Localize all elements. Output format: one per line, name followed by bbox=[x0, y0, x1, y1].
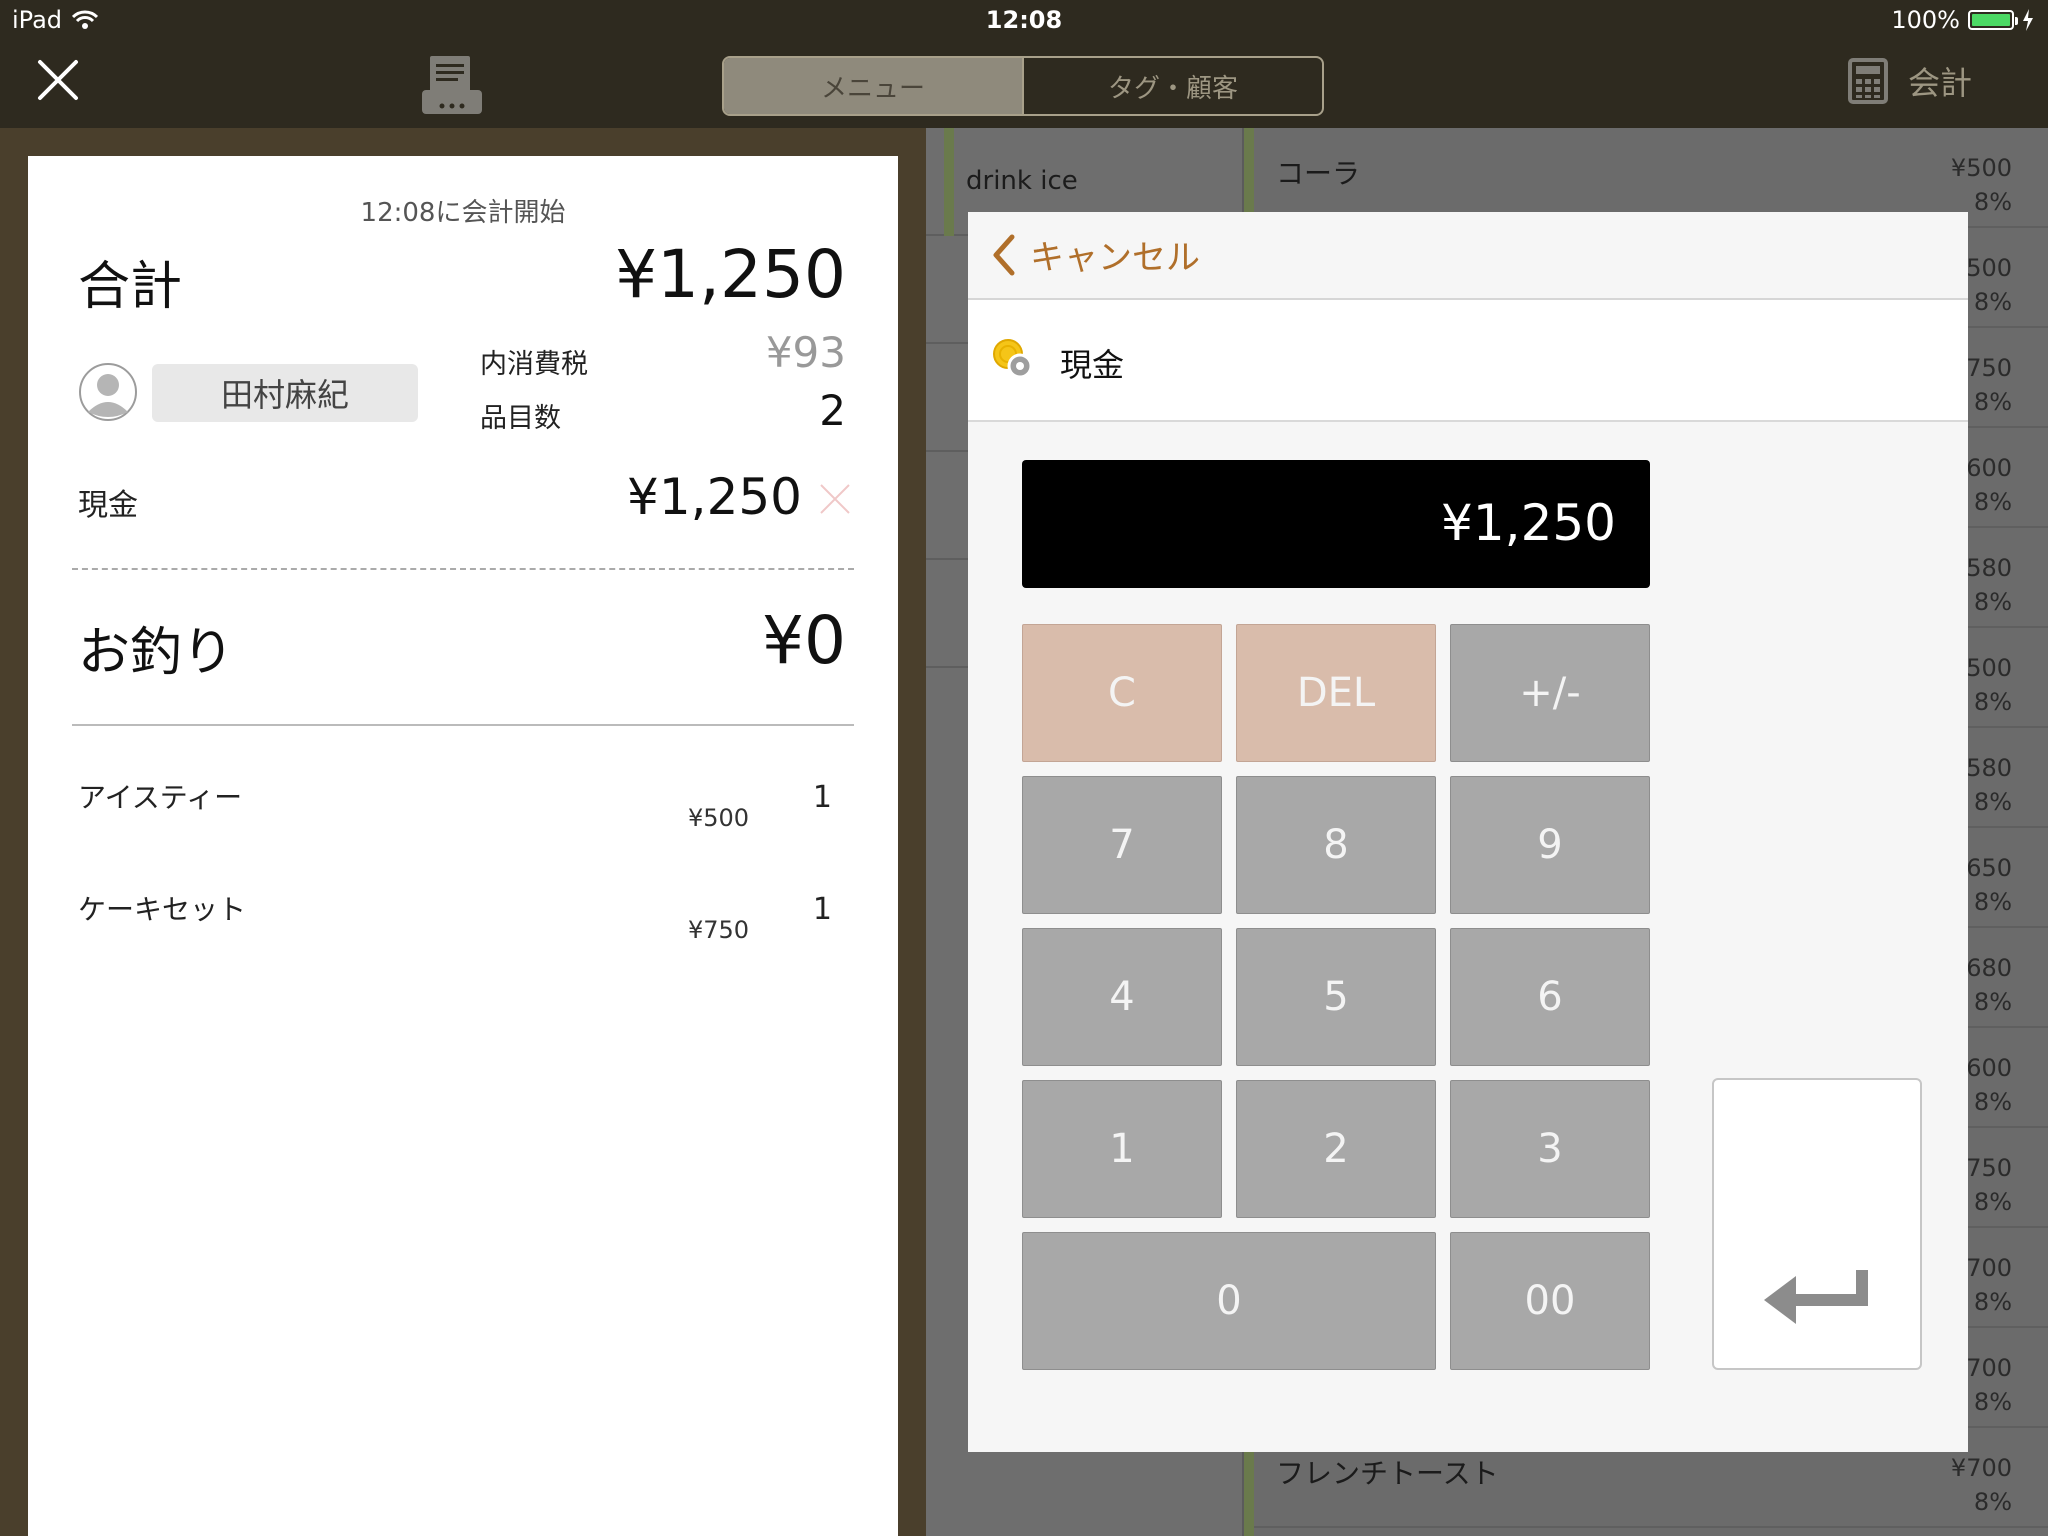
key-5[interactable]: 5 bbox=[1236, 928, 1436, 1066]
line-item[interactable]: アイスティー ¥500 1 bbox=[28, 776, 898, 876]
customer-avatar-icon[interactable] bbox=[78, 362, 138, 422]
total-value: ¥1,250 bbox=[615, 236, 846, 313]
receipt-printer-button[interactable] bbox=[418, 52, 486, 120]
cancel-label: キャンセル bbox=[1030, 238, 1200, 278]
menu-item-tax: 8% bbox=[1973, 688, 2012, 716]
checkout-label: 会計 bbox=[1907, 64, 1972, 102]
menu-item-tax: 8% bbox=[1973, 888, 2012, 916]
menu-item-tax: 8% bbox=[1973, 488, 2012, 516]
payment-method-name: 現金 bbox=[1060, 346, 1125, 384]
tax-value: ¥93 bbox=[765, 328, 846, 377]
payment-method-row[interactable]: 現金 bbox=[968, 300, 1968, 422]
dashed-divider bbox=[72, 568, 854, 570]
change-value: ¥0 bbox=[762, 602, 846, 679]
menu-item-name: フレンチトースト bbox=[1276, 1457, 1499, 1490]
delete-key[interactable]: DEL bbox=[1236, 624, 1436, 762]
top-bar: iPad 12:08 100% メニュー タグ・顧客 会計 bbox=[0, 0, 2048, 128]
status-time: 12:08 bbox=[985, 6, 1063, 34]
amount-display-value: ¥1,250 bbox=[1441, 494, 1616, 552]
payment-amount: ¥1,250 bbox=[627, 468, 802, 526]
enter-key[interactable] bbox=[1712, 1078, 1922, 1370]
menu-item-price: 500 bbox=[1966, 254, 2012, 282]
menu-item-price: 750 bbox=[1966, 354, 2012, 382]
line-item-qty: 1 bbox=[812, 780, 832, 815]
menu-item-price: 580 bbox=[1966, 754, 2012, 782]
line-item-name: ケーキセット bbox=[78, 893, 247, 926]
line-item-price: ¥500 bbox=[688, 804, 750, 832]
modal-header: キャンセル bbox=[968, 212, 1968, 300]
line-item-price: ¥750 bbox=[688, 916, 750, 944]
menu-item-tax: 8% bbox=[1973, 1288, 2012, 1316]
menu-item-tax: 8% bbox=[1973, 788, 2012, 816]
chevron-left-icon bbox=[993, 234, 1015, 275]
customer-name-chip[interactable]: 田村麻紀 bbox=[152, 364, 418, 422]
divider bbox=[72, 724, 854, 726]
key-4[interactable]: 4 bbox=[1022, 928, 1222, 1066]
cash-coin-icon bbox=[993, 339, 1033, 379]
tab-menu[interactable]: メニュー bbox=[724, 58, 1022, 114]
status-right: 100% bbox=[1891, 6, 2034, 34]
menu-item-tax: 8% bbox=[1973, 1388, 2012, 1416]
menu-item-tax: 8% bbox=[1973, 988, 2012, 1016]
item-count-value: 2 bbox=[819, 386, 846, 435]
menu-item-tax: 8% bbox=[1973, 1488, 2012, 1516]
calculator-icon bbox=[1847, 58, 1888, 104]
key-3[interactable]: 3 bbox=[1450, 1080, 1650, 1218]
remove-payment-icon[interactable] bbox=[818, 482, 852, 516]
menu-item-price: 600 bbox=[1966, 454, 2012, 482]
key-7[interactable]: 7 bbox=[1022, 776, 1222, 914]
checkout-start-time: 12:08に会計開始 bbox=[360, 198, 566, 228]
menu-item-price: 700 bbox=[1966, 1354, 2012, 1382]
key-2[interactable]: 2 bbox=[1236, 1080, 1436, 1218]
battery-icon bbox=[1968, 10, 2018, 30]
mode-segmented-control: メニュー タグ・顧客 bbox=[722, 56, 1324, 116]
menu-item-price: 650 bbox=[1966, 854, 2012, 882]
category-label: drink ice bbox=[966, 166, 1078, 196]
payment-modal: キャンセル 現金 ¥1,250 C DEL +/- 7 8 9 4 5 6 1 … bbox=[968, 212, 1968, 1452]
menu-item-tax: 8% bbox=[1973, 588, 2012, 616]
menu-item-price: ¥500 bbox=[1950, 154, 2012, 182]
tab-tags-customers[interactable]: タグ・顧客 bbox=[1022, 58, 1322, 114]
key-8[interactable]: 8 bbox=[1236, 776, 1436, 914]
key-00[interactable]: 00 bbox=[1450, 1232, 1650, 1370]
line-item-qty: 1 bbox=[812, 892, 832, 927]
menu-item-price: 750 bbox=[1966, 1154, 2012, 1182]
menu-item-tax: 8% bbox=[1973, 1088, 2012, 1116]
clear-key[interactable]: C bbox=[1022, 624, 1222, 762]
menu-item-tax: 8% bbox=[1973, 288, 2012, 316]
line-item-name: アイスティー bbox=[78, 781, 243, 814]
cancel-button[interactable]: キャンセル bbox=[992, 230, 1200, 279]
charging-icon bbox=[2023, 9, 2033, 31]
menu-item-tax: 8% bbox=[1973, 188, 2012, 216]
menu-item-tax: 8% bbox=[1973, 1188, 2012, 1216]
tax-label: 内消費税 bbox=[480, 349, 588, 380]
line-item[interactable]: ケーキセット ¥750 1 bbox=[28, 888, 898, 988]
menu-item-tax: 8% bbox=[1973, 388, 2012, 416]
total-label: 合計 bbox=[78, 257, 183, 317]
menu-item-price: 600 bbox=[1966, 1054, 2012, 1082]
close-button[interactable] bbox=[36, 58, 80, 102]
key-0[interactable]: 0 bbox=[1022, 1232, 1436, 1370]
menu-item-price: 580 bbox=[1966, 554, 2012, 582]
menu-item-name: コーラ bbox=[1276, 157, 1361, 190]
item-count-label: 品目数 bbox=[480, 403, 561, 434]
menu-item-price: 500 bbox=[1966, 654, 2012, 682]
payment-method-label: 現金 bbox=[78, 488, 138, 523]
sign-toggle-key[interactable]: +/- bbox=[1450, 624, 1650, 762]
menu-item-price: 700 bbox=[1966, 1254, 2012, 1282]
key-1[interactable]: 1 bbox=[1022, 1080, 1222, 1218]
change-label: お釣り bbox=[78, 623, 235, 683]
receipt-panel: 12:08に会計開始 合計 ¥1,250 田村麻紀 内消費税 ¥93 品目数 2… bbox=[28, 156, 898, 1536]
battery-percent: 100% bbox=[1891, 6, 1960, 34]
menu-item-price: 680 bbox=[1966, 954, 2012, 982]
key-6[interactable]: 6 bbox=[1450, 928, 1650, 1066]
menu-item-price: ¥700 bbox=[1950, 1454, 2012, 1482]
key-9[interactable]: 9 bbox=[1450, 776, 1650, 914]
return-arrow-icon bbox=[1764, 1270, 1868, 1324]
checkout-button[interactable]: 会計 bbox=[1847, 58, 1972, 104]
amount-display: ¥1,250 bbox=[1022, 460, 1650, 588]
